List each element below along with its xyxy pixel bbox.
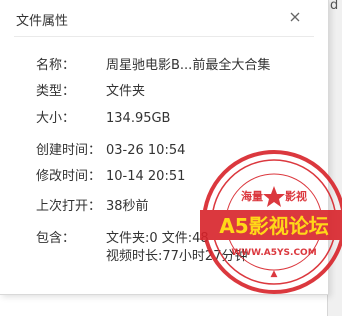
title-divider: [14, 36, 314, 37]
watermark-stamp: 海量 影视 A5影视论坛 WWW.A5YS.COM ▲: [200, 150, 342, 294]
watermark-triangle-icon: ▲: [271, 269, 278, 279]
dialog-titlebar: 文件属性: [0, 0, 328, 36]
property-label: 创建时间：: [36, 143, 102, 158]
background-text: d: [330, 0, 339, 13]
close-button[interactable]: [286, 8, 304, 26]
property-value: 文件夹: [106, 84, 146, 99]
property-label: 上次打开：: [36, 199, 102, 214]
property-value: 03-26 10:54: [106, 143, 186, 158]
property-value: 周星驰电影B...前最全大合集: [106, 58, 271, 73]
watermark-brand: A5影视论坛: [219, 214, 328, 238]
property-value: 文件夹:0 文件:48: [106, 231, 209, 246]
property-label: 类型：: [36, 84, 76, 99]
watermark-top-left: 海量: [241, 189, 263, 203]
close-icon: [290, 12, 300, 22]
property-label: 名称：: [36, 58, 76, 73]
property-label: 修改时间：: [36, 169, 102, 184]
watermark-url: WWW.A5YS.COM: [231, 248, 316, 258]
property-label: 包含：: [36, 231, 76, 246]
dialog-title: 文件属性: [16, 14, 69, 29]
watermark-top-right: 影视: [285, 189, 307, 203]
star-icon: [263, 186, 285, 207]
property-value: 134.95GB: [106, 111, 171, 126]
property-value: 38秒前: [106, 199, 149, 214]
property-label: 大小：: [36, 111, 76, 126]
property-value: 10-14 20:51: [106, 169, 186, 184]
